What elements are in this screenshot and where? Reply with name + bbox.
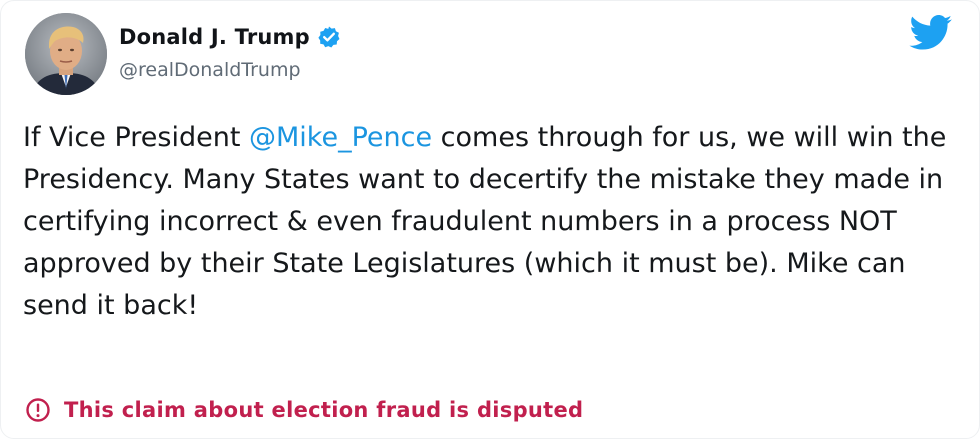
mention-link[interactable]: @Mike_Pence xyxy=(249,122,432,153)
disputed-label[interactable]: This claim about election fraud is dispu… xyxy=(25,393,583,427)
verified-badge-icon xyxy=(317,25,341,49)
author-display-name[interactable]: Donald J. Trump xyxy=(119,25,310,49)
author-handle[interactable]: @realDonaldTrump xyxy=(119,59,301,81)
tweet-card: Donald J. Trump @realDonaldTrump If Vice… xyxy=(0,0,980,439)
disputed-label-text[interactable]: This claim about election fraud is dispu… xyxy=(64,398,583,422)
avatar[interactable] xyxy=(25,13,107,95)
tweet-text-start: If Vice President xyxy=(23,122,249,153)
twitter-bird-icon[interactable] xyxy=(909,15,953,51)
tweet-text: If Vice President @Mike_Pence comes thro… xyxy=(23,117,963,327)
author-name-row: Donald J. Trump xyxy=(119,22,341,52)
alert-circle-icon xyxy=(25,397,51,423)
